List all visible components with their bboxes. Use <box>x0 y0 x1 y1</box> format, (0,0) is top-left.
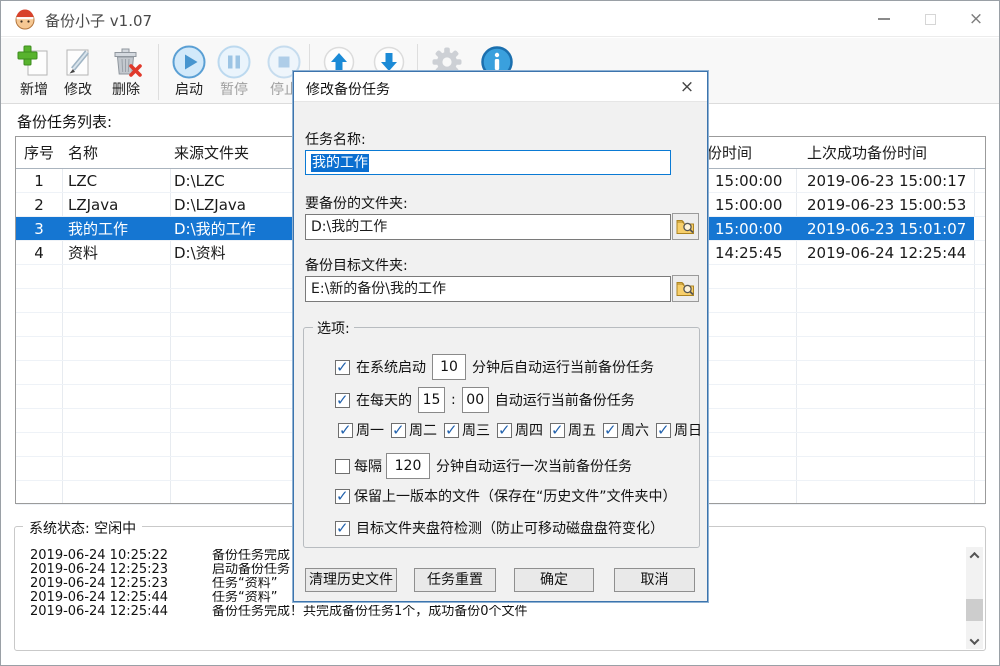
chevron-up-icon <box>970 551 980 561</box>
reset-task-button[interactable]: 任务重置 <box>414 568 496 592</box>
daily-checkbox[interactable] <box>335 393 350 408</box>
drive-check-row: 目标文件夹盘符检测（防止可移动磁盘盘符变化） <box>335 518 670 538</box>
title-bar: 备份小子 v1.07 × <box>1 1 999 37</box>
ok-button[interactable]: 确定 <box>514 568 594 592</box>
folder-search-icon <box>676 280 695 297</box>
scroll-down-button[interactable] <box>966 633 983 649</box>
interval-option-row: 每隔 120 分钟自动运行一次当前备份任务 <box>335 453 638 479</box>
edit-task-button[interactable]: 修改 <box>56 42 100 98</box>
target-folder-label: 备份目标文件夹: <box>305 255 408 275</box>
minimize-icon <box>878 18 890 20</box>
weekday-thursday[interactable]: 周四 <box>494 420 543 440</box>
cancel-button[interactable]: 取消 <box>614 568 695 592</box>
startup-minutes-input[interactable]: 10 <box>432 354 466 380</box>
close-button[interactable]: × <box>953 1 999 37</box>
task-name-input[interactable]: 我的工作 <box>305 150 671 175</box>
daily-option-row: 在每天的 15 : 00 自动运行当前备份任务 <box>335 387 641 413</box>
column-header-last-success[interactable]: 上次成功备份时间 <box>796 137 974 168</box>
weekday-tuesday[interactable]: 周二 <box>388 420 437 440</box>
close-icon: × <box>680 77 694 97</box>
sunday-checkbox[interactable] <box>656 423 671 438</box>
column-header-time[interactable]: 份时间 <box>702 137 796 168</box>
wednesday-checkbox[interactable] <box>444 423 459 438</box>
app-window: 备份小子 v1.07 × 新增 <box>0 0 1000 666</box>
weekday-sunday[interactable]: 周日 <box>653 420 702 440</box>
browse-source-button[interactable] <box>672 213 699 240</box>
delete-task-button[interactable]: 删除 <box>104 42 148 98</box>
monday-checkbox[interactable] <box>338 423 353 438</box>
window-controls: × <box>861 1 999 37</box>
dialog-title: 修改备份任务 <box>306 79 390 99</box>
pause-task-button[interactable]: 暂停 <box>212 42 256 98</box>
saturday-checkbox[interactable] <box>603 423 618 438</box>
interval-checkbox[interactable] <box>335 459 350 474</box>
tuesday-checkbox[interactable] <box>391 423 406 438</box>
selected-text: 我的工作 <box>311 154 369 172</box>
clean-history-button[interactable]: 清理历史文件 <box>305 568 397 592</box>
startup-option-row: 在系统启动 10 分钟后自动运行当前备份任务 <box>335 354 660 380</box>
weekday-monday[interactable]: 周一 <box>335 420 384 440</box>
startup-checkbox[interactable] <box>335 360 350 375</box>
source-folder-label: 要备份的文件夹: <box>305 193 408 213</box>
keep-history-row: 保留上一版本的文件（保存在“历史文件”文件夹中） <box>335 486 677 506</box>
interval-minutes-input[interactable]: 120 <box>386 453 430 479</box>
edit-task-dialog: 修改备份任务 × 任务名称: 我的工作 要备份的文件夹: D:\我的工作 备份目… <box>293 71 708 602</box>
start-task-button[interactable]: 启动 <box>167 42 211 98</box>
task-name-label: 任务名称: <box>305 129 366 149</box>
daily-minute-input[interactable]: 00 <box>462 387 489 413</box>
close-icon: × <box>969 11 983 28</box>
folder-search-icon <box>676 218 695 235</box>
maximize-button[interactable] <box>907 1 953 37</box>
browse-target-button[interactable] <box>672 275 699 302</box>
window-title: 备份小子 v1.07 <box>45 10 152 31</box>
scroll-up-button[interactable] <box>966 547 983 563</box>
log-entry: 2019-06-24 12:25:44 备份任务完成！共完成备份任务1个，成功备… <box>30 605 961 619</box>
task-list-label: 备份任务列表: <box>17 111 112 132</box>
daily-hour-input[interactable]: 15 <box>418 387 445 413</box>
log-scrollbar[interactable] <box>966 547 983 649</box>
target-folder-input[interactable]: E:\新的备份\我的工作 <box>305 276 671 302</box>
delete-task-icon <box>104 42 148 82</box>
toolbar-separator <box>158 44 159 100</box>
chevron-down-icon <box>970 635 980 645</box>
edit-task-icon <box>56 42 100 82</box>
pause-icon <box>212 42 256 82</box>
dialog-title-bar: 修改备份任务 × <box>294 72 707 102</box>
friday-checkbox[interactable] <box>550 423 565 438</box>
dialog-close-button[interactable]: × <box>675 76 699 98</box>
column-header-name[interactable]: 名称 <box>62 137 170 168</box>
start-icon <box>167 42 211 82</box>
weekday-row: 周一 周二 周三 周四 周五 周六 周日 <box>335 420 706 440</box>
drive-check-checkbox[interactable] <box>335 521 350 536</box>
minimize-button[interactable] <box>861 1 907 37</box>
new-task-icon <box>12 42 56 82</box>
status-label: 系统状态: 空闲中 <box>23 518 142 538</box>
new-task-button[interactable]: 新增 <box>12 42 56 98</box>
weekday-wednesday[interactable]: 周三 <box>441 420 490 440</box>
app-logo-icon <box>14 8 36 30</box>
scrollbar-thumb[interactable] <box>966 599 983 621</box>
maximize-icon <box>925 14 936 25</box>
weekday-friday[interactable]: 周五 <box>547 420 596 440</box>
source-folder-input[interactable]: D:\我的工作 <box>305 214 671 240</box>
weekday-saturday[interactable]: 周六 <box>600 420 649 440</box>
thursday-checkbox[interactable] <box>497 423 512 438</box>
keep-history-checkbox[interactable] <box>335 489 350 504</box>
column-header-no[interactable]: 序号 <box>16 137 62 168</box>
options-group-label: 选项: <box>313 318 354 338</box>
